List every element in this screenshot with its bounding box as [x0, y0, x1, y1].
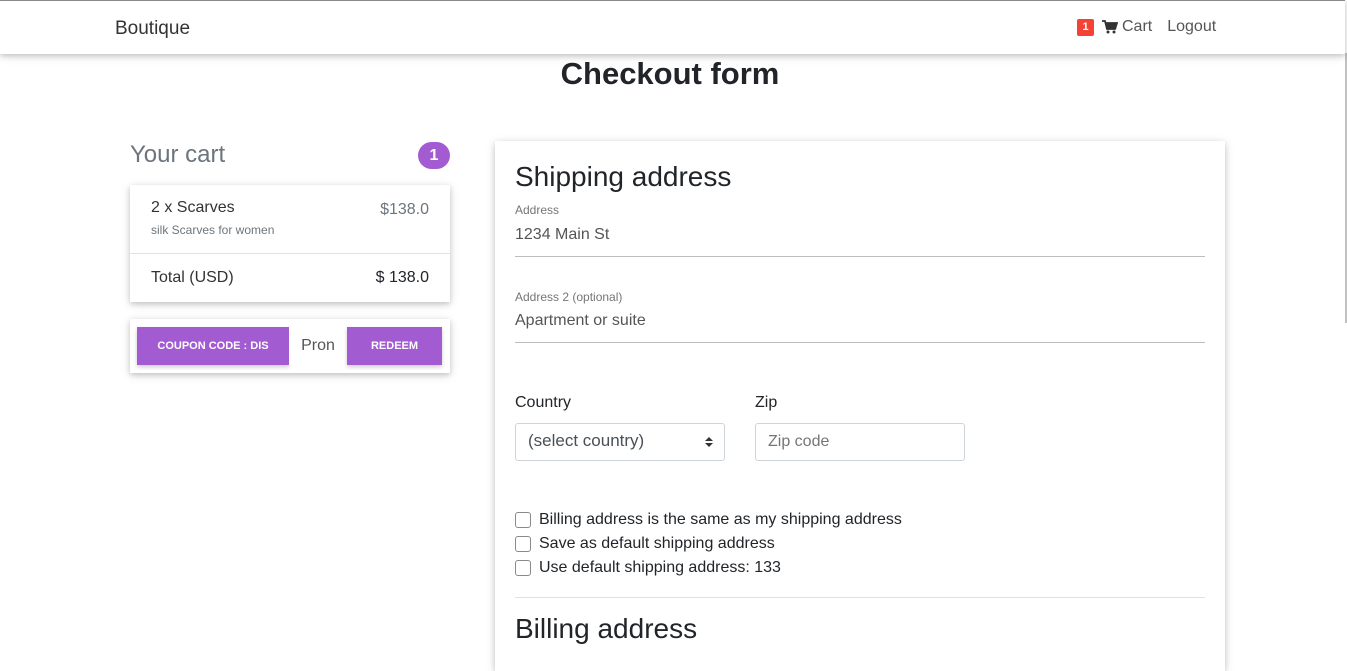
- shopping-cart-icon[interactable]: [1102, 20, 1118, 34]
- address2-input[interactable]: Apartment or suite: [515, 312, 646, 330]
- billing-same-checkbox[interactable]: [515, 512, 531, 528]
- cart-summary-card: 2 x Scarves silk Scarves for women $138.…: [130, 185, 450, 302]
- country-select-value: (select country): [528, 431, 645, 450]
- billing-same-checkbox-row[interactable]: Billing address is the same as my shippi…: [515, 511, 902, 529]
- coupon-code-button[interactable]: COUPON CODE : DIS: [137, 327, 289, 365]
- select-arrows-icon: [705, 437, 713, 447]
- address2-label: Address 2 (optional): [515, 290, 623, 304]
- cart-total-value: $ 138.0: [375, 269, 429, 286]
- top-navbar: Boutique 1 Cart Logout: [0, 0, 1345, 54]
- billing-same-label: Billing address is the same as my shippi…: [539, 511, 902, 528]
- page-title: Checkout form: [560, 56, 780, 91]
- cart-count-badge: 1: [1077, 18, 1094, 36]
- save-default-checkbox-row[interactable]: Save as default shipping address: [515, 535, 775, 553]
- logout-link[interactable]: Logout: [1167, 18, 1216, 36]
- section-divider: [515, 597, 1205, 598]
- use-default-checkbox[interactable]: [515, 560, 531, 576]
- cart-link[interactable]: Cart: [1122, 18, 1152, 36]
- save-default-label: Save as default shipping address: [539, 535, 775, 552]
- billing-address-heading: Billing address: [515, 613, 698, 644]
- country-label: Country: [515, 394, 572, 411]
- use-default-checkbox-row[interactable]: Use default shipping address: 133: [515, 559, 781, 577]
- your-cart-heading: Your cart: [130, 141, 226, 168]
- cart-item-name: 2 x Scarves: [151, 199, 235, 216]
- address-input[interactable]: 1234 Main St: [515, 226, 609, 244]
- address-underline: [515, 256, 1205, 257]
- coupon-card: COUPON CODE : DIS REDEEM: [130, 319, 450, 373]
- cart-item-description: silk Scarves for women: [151, 223, 275, 237]
- shipping-address-heading: Shipping address: [515, 161, 732, 192]
- save-default-checkbox[interactable]: [515, 536, 531, 552]
- redeem-button[interactable]: REDEEM: [347, 327, 442, 365]
- cart-total-label: Total (USD): [151, 269, 234, 286]
- brand-link[interactable]: Boutique: [115, 18, 190, 40]
- cart-item-price: $138.0: [380, 201, 429, 218]
- coupon-input[interactable]: [289, 327, 347, 365]
- cart-item-row: 2 x Scarves silk Scarves for women $138.…: [130, 185, 450, 254]
- zip-label: Zip: [755, 394, 778, 411]
- use-default-label: Use default shipping address: 133: [539, 559, 781, 576]
- zip-input[interactable]: [755, 423, 965, 461]
- address-label: Address: [515, 203, 560, 217]
- address2-underline: [515, 342, 1205, 343]
- checkout-form-card: Shipping address Address 1234 Main St Ad…: [495, 141, 1225, 671]
- nav-right: 1 Cart Logout: [1077, 18, 1216, 36]
- country-select[interactable]: (select country): [515, 423, 725, 461]
- cart-items-badge: 1: [418, 142, 450, 169]
